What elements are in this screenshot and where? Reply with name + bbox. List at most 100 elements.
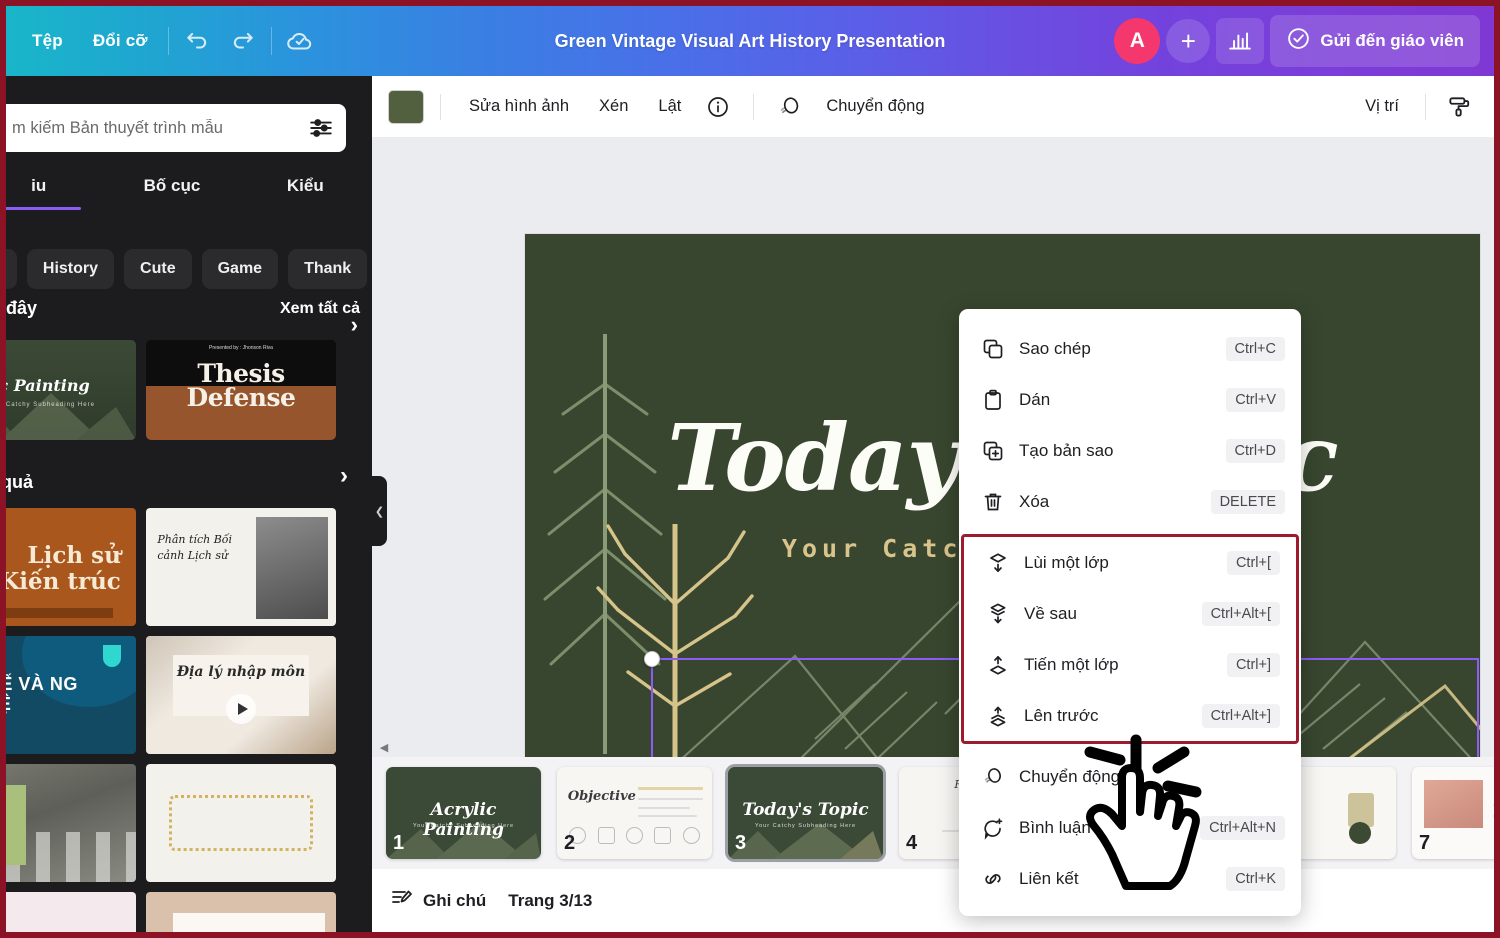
menu-item-send-to-back-label: Về sau [1024,603,1077,623]
send-backward-icon [986,551,1010,575]
result-thumb-title-0: Lịch sử Kiến trúc [6,542,121,596]
menu-item-bring-to-front-shortcut: Ctrl+Alt+] [1201,703,1280,728]
slide-thumb-title-7: Worksheet [1486,778,1494,789]
slide-strip-prev-icon[interactable]: ◀ [376,737,392,757]
play-icon[interactable] [226,694,256,725]
result-thumb-3[interactable]: Địa lý nhập môn [146,636,336,754]
see-all-link[interactable]: Xem tất cả [280,300,360,318]
chip-game[interactable]: Game [201,249,279,289]
animate-button[interactable]: Chuyển động [814,88,936,125]
result-thumb-0[interactable]: Lịch sử Kiến trúc [6,508,136,626]
menu-item-bring-forward[interactable]: Tiến một lớp Ctrl+] [964,639,1296,690]
menu-item-duplicate[interactable]: Tạo bản sao Ctrl+D [959,425,1301,476]
menu-item-send-to-back-shortcut: Ctrl+Alt+[ [1201,601,1280,626]
chip-0[interactable]: y [6,249,17,289]
menu-item-bring-to-front[interactable]: Lên trước Ctrl+Alt+] [964,690,1296,741]
menu-item-send-to-back[interactable]: Về sau Ctrl+Alt+[ [964,588,1296,639]
menu-item-paste-label: Dán [1019,389,1051,409]
result-thumb-2[interactable]: ẾT KẾ VÀ NG NGHỆ [6,636,136,754]
recent-thumb-sub-1: Presented by : Jhonson Riva [209,345,273,351]
plus-icon[interactable]: + [1166,19,1211,63]
top-bar-left-group: Tệp Đổi cỡ [6,19,322,63]
result-thumb-title-2: ẾT KẾ VÀ NG NGHỆ [6,673,78,715]
edit-image-button[interactable]: Sửa hình ảnh [457,88,581,125]
page-indicator[interactable]: Trang 3/13 [508,891,592,911]
redo-icon[interactable] [221,19,265,63]
menu-item-paste[interactable]: Dán Ctrl+V [959,374,1301,425]
slide-thumb-7[interactable]: Worksheet 7 [1412,767,1494,859]
result-2-drop [102,645,121,668]
chip-history[interactable]: History [26,249,115,289]
slide-thumb-title-1: Acrylic Painting [423,800,504,841]
chip-cute[interactable]: Cute [124,249,192,289]
slide-6-art-2 [1349,822,1372,845]
canva-editor-window: Tệp Đổi cỡ Green Vintage Visual Art Hist… [0,0,1500,938]
cloud-check-icon[interactable] [278,19,322,63]
result-thumb-1[interactable]: Phân tích Bối cảnh Lịch sử [146,508,336,626]
undo-icon[interactable] [175,19,219,63]
slide-thumb-1[interactable]: Acrylic Painting Your Catchy Subheading … [386,767,541,859]
results-grid: Lịch sử Kiến trúc Phân tích Bối cảnh Lịc… [6,508,372,932]
menu-item-copy[interactable]: Sao chép Ctrl+C [959,323,1301,374]
result-7-card [172,913,325,932]
slide-number-1: 1 [393,832,405,854]
submit-to-teacher-button[interactable]: Gửi đến giáo viên [1270,15,1480,67]
menu-item-animate[interactable]: Chuyển động [959,751,1301,802]
result-thumb-7[interactable]: LARANA [146,892,336,932]
top-bar-right-group: A + Gửi đến giáo viên [1114,15,1494,67]
panel-tabs: iu Bố cục Kiểu [6,172,372,224]
recent-template-thesis-defense[interactable]: Thesis Defense Presented by : Jhonson Ri… [146,340,336,440]
chevron-left-icon[interactable]: ❮ [372,476,387,546]
context-menu-group-clipboard: Sao chép Ctrl+C Dán Ctrl+V Tạo bản sao C… [959,323,1301,527]
menu-item-bring-forward-label: Tiến một lớp [1024,654,1119,674]
tab-style[interactable]: Kiểu [239,172,372,196]
context-menu: Sao chép Ctrl+C Dán Ctrl+V Tạo bản sao C… [959,309,1301,916]
menu-item-duplicate-label: Tạo bản sao [1019,440,1114,460]
menu-item-send-backward[interactable]: Lùi một lớp Ctrl+[ [964,537,1296,588]
canvas-area[interactable]: Today's Topic Your Catchy Subheading [372,138,1494,757]
recent-template-acrylic-painting[interactable]: ic Painting Your Catchy Subheading Here [6,340,136,440]
result-thumb-5[interactable] [146,764,336,882]
toolbar-divider-a [440,93,441,120]
context-menu-group-misc: Chuyển động Bình luận Ctrl+Alt+N Liên kế… [959,751,1301,904]
tab-designs[interactable]: iu [6,172,105,210]
file-menu-button[interactable]: Tệp [18,23,77,59]
recent-section-title: ần đây [6,298,38,318]
menu-item-link-shortcut: Ctrl+K [1226,866,1285,891]
element-toolbar: Sửa hình ảnh Xén Lật Chuyển động Vị trí [372,76,1494,138]
search-input[interactable] [12,118,308,138]
menu-item-comment[interactable]: Bình luận Ctrl+Alt+N [959,802,1301,853]
color-swatch-button[interactable] [388,89,424,124]
recent-thumb-title-0: ic Painting [6,376,90,395]
chip-thank[interactable]: Thank [288,249,368,289]
flip-button[interactable]: Lật [646,88,693,125]
sliders-icon[interactable] [308,115,334,141]
slide-7-photo [1424,779,1484,828]
animate-icon[interactable] [770,88,808,126]
crop-button[interactable]: Xén [587,88,640,125]
bottom-bar: Ghi chú Trang 3/13 [372,869,1494,932]
result-thumb-4[interactable]: ỎI XE [6,764,136,882]
resize-button[interactable]: Đổi cỡ [79,23,162,59]
menu-item-delete[interactable]: Xóa DELETE [959,476,1301,527]
info-circle-icon[interactable] [699,88,737,126]
position-button[interactable]: Vị trí [1353,88,1411,125]
menu-item-bring-to-front-label: Lên trước [1024,705,1099,725]
template-search-box[interactable] [6,104,346,152]
slide-thumb-3[interactable]: Today's Topic Your Catchy Subheading Her… [728,767,883,859]
check-circle-icon [1286,26,1311,56]
result-thumb-6[interactable] [6,892,136,932]
copy-icon [981,337,1005,361]
menu-item-comment-label: Bình luận [1019,817,1091,837]
avatar[interactable]: A [1114,18,1161,64]
menu-item-duplicate-shortcut: Ctrl+D [1225,438,1285,463]
bar-chart-icon[interactable] [1216,18,1265,64]
notes-button[interactable]: Ghi chú [390,886,486,915]
slide-number-4: 4 [906,832,918,854]
category-chips: y History Cute Game Thank [6,246,368,292]
paint-roller-icon[interactable] [1440,88,1478,126]
menu-item-link[interactable]: Liên kết Ctrl+K [959,853,1301,904]
slide-thumb-2[interactable]: Objective 2 [557,767,712,859]
tab-layout[interactable]: Bố cục [105,172,238,196]
element-toolbar-right: Vị trí [1353,88,1478,126]
